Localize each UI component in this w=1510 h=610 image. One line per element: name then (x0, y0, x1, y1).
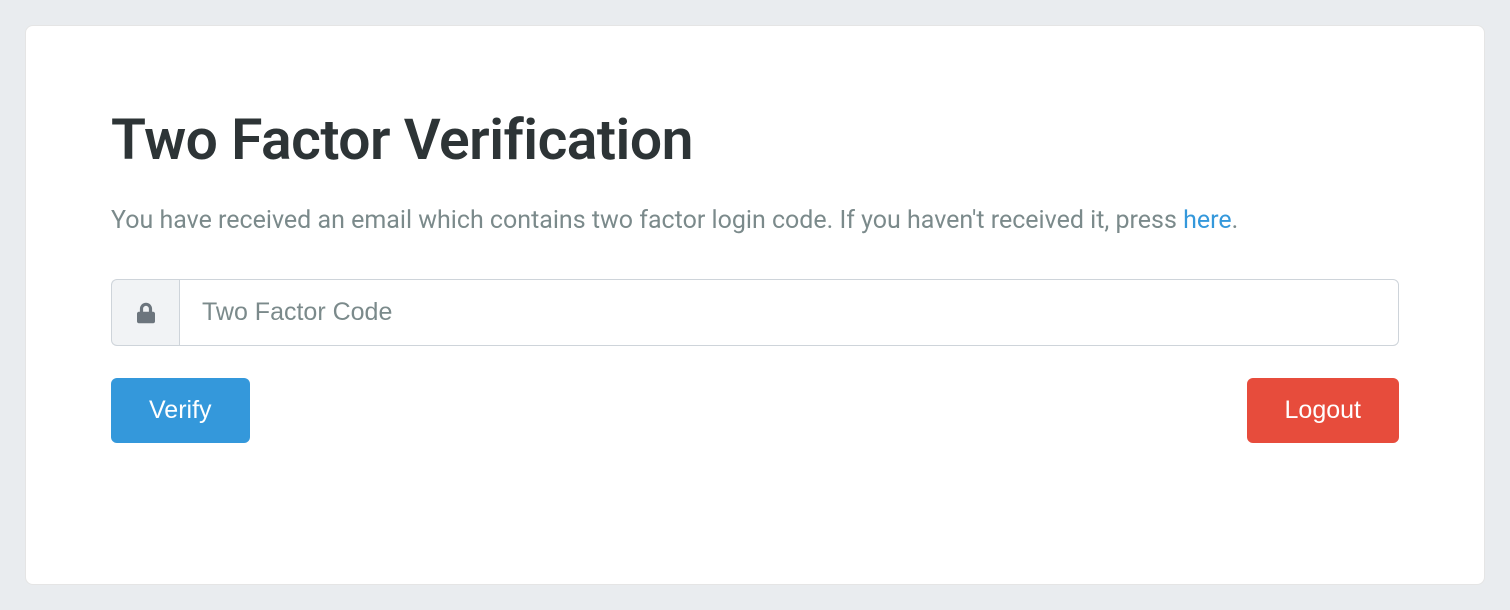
two-factor-card: Two Factor Verification You have receive… (25, 25, 1485, 585)
page-title: Two Factor Verification (111, 106, 1399, 173)
code-input-group (111, 279, 1399, 346)
resend-link[interactable]: here (1183, 206, 1232, 235)
instruction-suffix: . (1232, 206, 1239, 235)
button-row: Verify Logout (111, 378, 1399, 443)
two-factor-code-input[interactable] (179, 279, 1399, 346)
instruction-text: You have received an email which contain… (111, 201, 1399, 241)
instruction-prefix: You have received an email which contain… (111, 206, 1183, 235)
logout-button[interactable]: Logout (1247, 378, 1399, 443)
input-prepend (111, 279, 179, 346)
lock-icon (137, 302, 155, 324)
verify-button[interactable]: Verify (111, 378, 250, 443)
